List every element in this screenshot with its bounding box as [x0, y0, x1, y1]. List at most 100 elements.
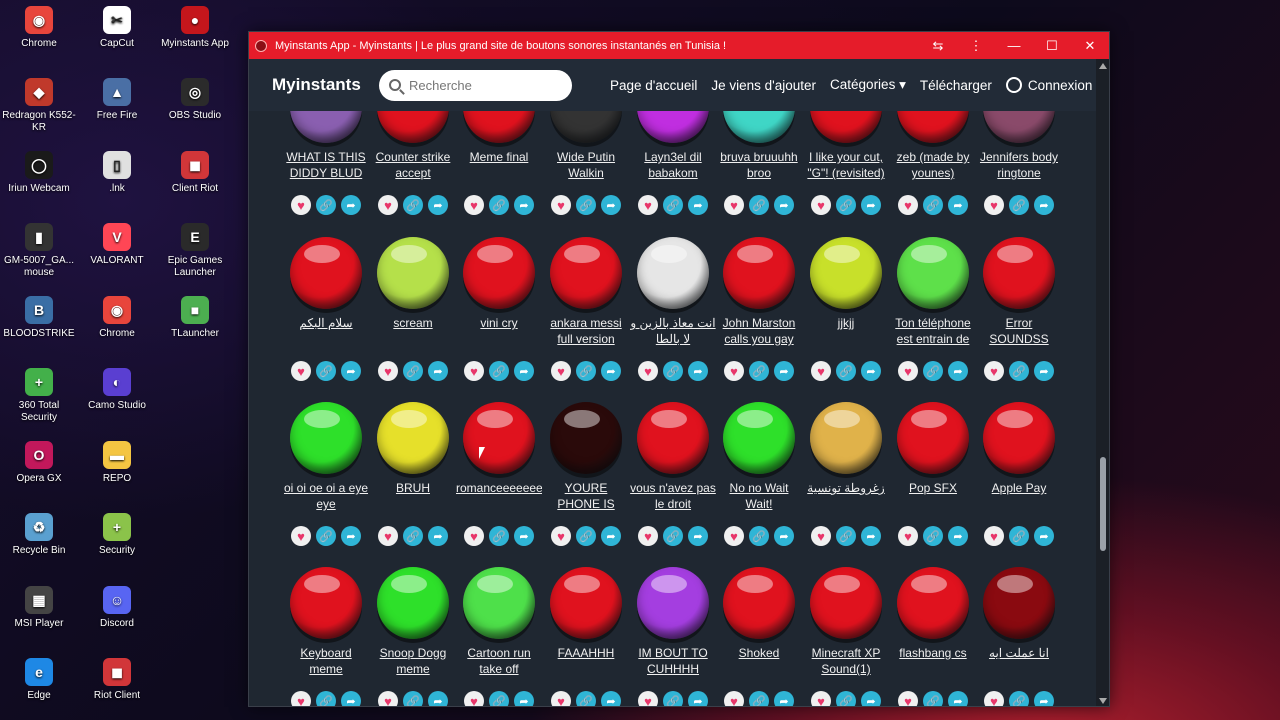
share-icon[interactable]: ➦ — [341, 195, 361, 215]
favorite-heart-icon[interactable]: ♥ — [291, 361, 311, 381]
favorite-heart-icon[interactable]: ♥ — [551, 361, 571, 381]
sound-play-button[interactable] — [810, 567, 882, 639]
desktop-shortcut[interactable]: ▯ .lnk — [79, 151, 155, 195]
share-icon[interactable]: ➦ — [428, 691, 448, 706]
sound-title-link[interactable]: scream — [370, 315, 456, 349]
desktop-shortcut[interactable]: V VALORANT — [79, 223, 155, 267]
share-icon[interactable]: ➦ — [1034, 526, 1054, 546]
sound-title-link[interactable]: سلام البكم — [283, 315, 369, 349]
desktop-shortcut[interactable]: ◉ Chrome — [1, 6, 77, 50]
copy-link-icon[interactable]: 🔗 — [923, 195, 943, 215]
sound-title-link[interactable]: Minecraft XP Sound(1) — [803, 645, 889, 679]
copy-link-icon[interactable]: 🔗 — [836, 361, 856, 381]
sound-play-button[interactable] — [723, 237, 795, 309]
sound-play-button[interactable] — [290, 402, 362, 474]
scroll-thumb[interactable] — [1100, 457, 1106, 551]
share-icon[interactable]: ➦ — [514, 691, 534, 706]
copy-link-icon[interactable]: 🔗 — [403, 361, 423, 381]
share-icon[interactable]: ➦ — [948, 526, 968, 546]
copy-link-icon[interactable]: 🔗 — [923, 691, 943, 706]
sound-play-button[interactable] — [463, 567, 535, 639]
copy-link-icon[interactable]: 🔗 — [489, 526, 509, 546]
sound-title-link[interactable]: zeb (made by younes) — [890, 149, 976, 183]
share-icon[interactable]: ➦ — [688, 361, 708, 381]
desktop-shortcut[interactable]: ▲ Free Fire — [79, 78, 155, 122]
copy-link-icon[interactable]: 🔗 — [836, 691, 856, 706]
favorite-heart-icon[interactable]: ♥ — [898, 691, 918, 706]
desktop-shortcut[interactable]: B BLOODSTRIKE — [1, 296, 77, 340]
desktop-shortcut[interactable]: ◼ Riot Client — [79, 658, 155, 702]
copy-link-icon[interactable]: 🔗 — [1009, 691, 1029, 706]
desktop-shortcut[interactable]: ☺ Discord — [79, 586, 155, 630]
share-icon[interactable]: ➦ — [341, 361, 361, 381]
favorite-heart-icon[interactable]: ♥ — [984, 361, 1004, 381]
sound-title-link[interactable]: I like your cut, "G"! (revisited) — [803, 149, 889, 183]
nav-download-link[interactable]: Télécharger — [920, 78, 992, 93]
copy-link-icon[interactable]: 🔗 — [316, 361, 336, 381]
copy-link-icon[interactable]: 🔗 — [403, 526, 423, 546]
sound-title-link[interactable]: Meme final — [456, 149, 542, 183]
share-icon[interactable]: ➦ — [601, 526, 621, 546]
share-icon[interactable]: ➦ — [774, 526, 794, 546]
favorite-heart-icon[interactable]: ♥ — [984, 195, 1004, 215]
sound-title-link[interactable]: انت معاذ بالزين و لا بالطا — [630, 315, 716, 349]
copy-link-icon[interactable]: 🔗 — [316, 526, 336, 546]
sound-play-button[interactable] — [463, 237, 535, 309]
favorite-heart-icon[interactable]: ♥ — [638, 526, 658, 546]
copy-link-icon[interactable]: 🔗 — [576, 691, 596, 706]
scroll-up-arrow[interactable] — [1099, 63, 1107, 69]
favorite-heart-icon[interactable]: ♥ — [638, 195, 658, 215]
share-icon[interactable]: ➦ — [1034, 691, 1054, 706]
sound-title-link[interactable]: Snoop Dogg meme — [370, 645, 456, 679]
sound-title-link[interactable]: Pop SFX — [890, 480, 976, 514]
favorite-heart-icon[interactable]: ♥ — [811, 691, 831, 706]
copy-link-icon[interactable]: 🔗 — [489, 361, 509, 381]
share-icon[interactable]: ➦ — [428, 195, 448, 215]
sound-title-link[interactable]: زغروطة تونسية — [803, 480, 889, 514]
copy-link-icon[interactable]: 🔗 — [576, 195, 596, 215]
sound-play-button[interactable] — [290, 567, 362, 639]
desktop-shortcut[interactable]: ◯ Iriun Webcam — [1, 151, 77, 195]
sound-title-link[interactable]: YOURE PHONE IS RINGING — [543, 480, 629, 514]
search-input[interactable]: Recherche — [379, 69, 572, 101]
share-icon[interactable]: ➦ — [861, 195, 881, 215]
sound-play-button[interactable] — [377, 402, 449, 474]
favorite-heart-icon[interactable]: ♥ — [378, 195, 398, 215]
share-icon[interactable]: ➦ — [1034, 195, 1054, 215]
sound-play-button[interactable] — [463, 402, 535, 474]
sound-title-link[interactable]: Jennifers body ringtone — [976, 149, 1062, 183]
sound-play-button[interactable] — [723, 111, 795, 143]
desktop-shortcut[interactable]: ◐ Camo Studio — [79, 368, 155, 412]
sound-play-button[interactable] — [463, 111, 535, 143]
sound-play-button[interactable] — [897, 567, 969, 639]
copy-link-icon[interactable]: 🔗 — [576, 526, 596, 546]
nav-home-link[interactable]: Page d'accueil — [610, 78, 697, 93]
copy-link-icon[interactable]: 🔗 — [663, 195, 683, 215]
favorite-heart-icon[interactable]: ♥ — [984, 691, 1004, 706]
favorite-heart-icon[interactable]: ♥ — [898, 195, 918, 215]
desktop-shortcut[interactable]: ■ TLauncher — [157, 296, 233, 340]
share-icon[interactable]: ➦ — [688, 195, 708, 215]
sound-title-link[interactable]: انا عملت ايه — [976, 645, 1062, 679]
sound-title-link[interactable]: No no Wait Wait! — [716, 480, 802, 514]
share-icon[interactable]: ➦ — [948, 691, 968, 706]
desktop-shortcut[interactable]: +360 Total Security — [1, 368, 77, 424]
scroll-down-arrow[interactable] — [1099, 698, 1107, 704]
sound-play-button[interactable] — [550, 567, 622, 639]
copy-link-icon[interactable]: 🔗 — [836, 195, 856, 215]
sound-title-link[interactable]: flashbang cs — [890, 645, 976, 679]
favorite-heart-icon[interactable]: ♥ — [984, 526, 1004, 546]
desktop-shortcut[interactable]: E Epic Games Launcher — [157, 223, 233, 279]
desktop-shortcut[interactable]: O Opera GX — [1, 441, 77, 485]
share-icon[interactable]: ➦ — [428, 526, 448, 546]
favorite-heart-icon[interactable]: ♥ — [811, 361, 831, 381]
desktop-shortcut[interactable]: ● Myinstants App — [157, 6, 233, 50]
favorite-heart-icon[interactable]: ♥ — [464, 361, 484, 381]
copy-link-icon[interactable]: 🔗 — [403, 195, 423, 215]
menu-icon[interactable]: ⋮ — [957, 38, 995, 54]
minimize-button[interactable]: — — [995, 38, 1033, 53]
translate-icon[interactable]: ⇆ — [919, 38, 957, 54]
copy-link-icon[interactable]: 🔗 — [923, 361, 943, 381]
favorite-heart-icon[interactable]: ♥ — [724, 195, 744, 215]
favorite-heart-icon[interactable]: ♥ — [291, 195, 311, 215]
